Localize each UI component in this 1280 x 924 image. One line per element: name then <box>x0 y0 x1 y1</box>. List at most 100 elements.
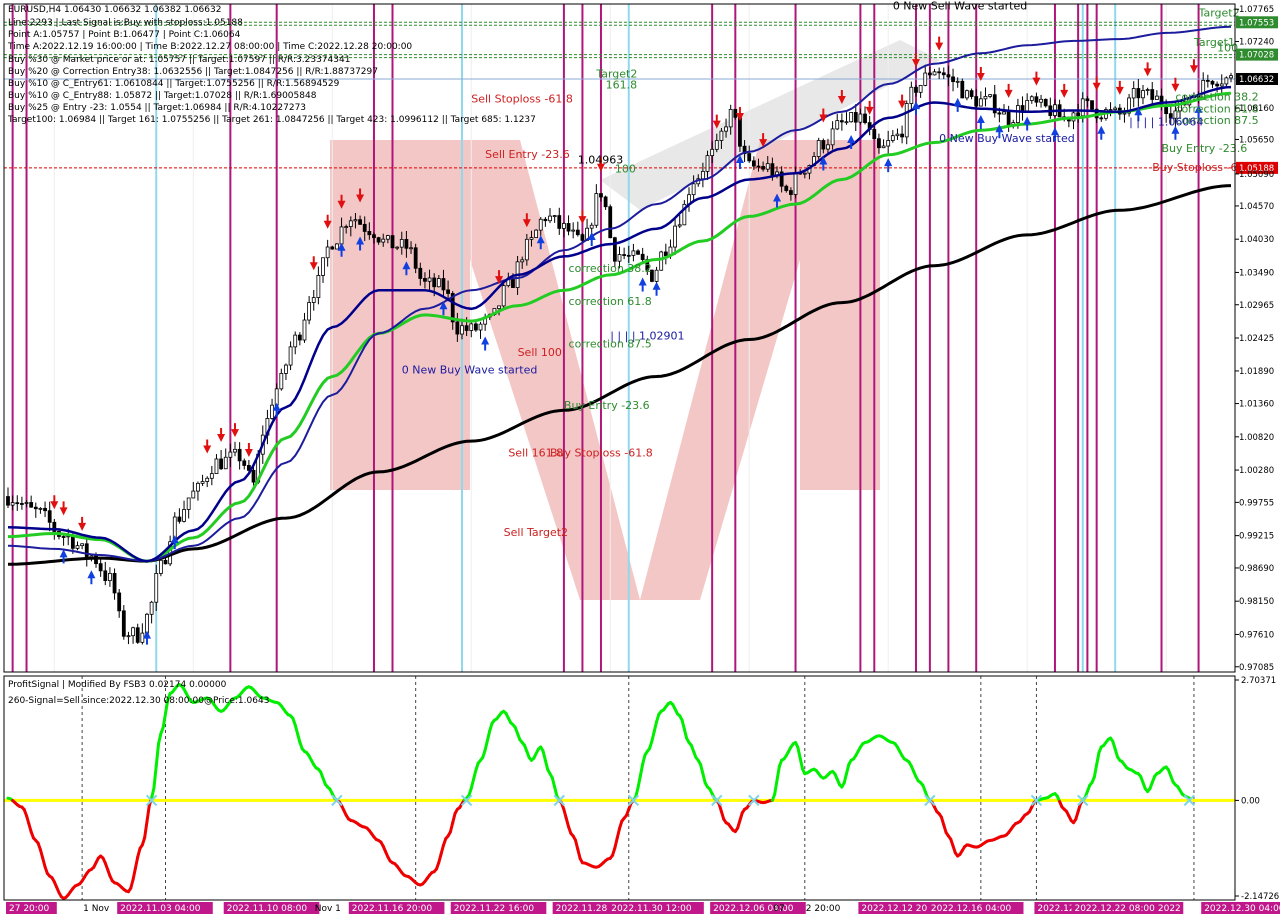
candle-body <box>391 236 394 248</box>
candle-body <box>7 497 10 506</box>
candle-body <box>81 544 84 546</box>
candle-body <box>303 320 306 340</box>
info-line: Point A:1.05757 | Point B:1.06477 | Poin… <box>8 30 240 41</box>
candle-body <box>910 87 913 103</box>
candle-body <box>16 503 19 504</box>
candle-body <box>836 121 839 129</box>
price-label: 0.99755 <box>1239 498 1274 508</box>
candle-body <box>599 194 602 197</box>
price-label: 1.00820 <box>1239 433 1274 443</box>
chart-label: correction 38.2 <box>569 262 652 275</box>
candle-body <box>423 278 426 281</box>
candle-body <box>924 73 927 85</box>
candle-body <box>1220 84 1223 86</box>
price-label: 1.02965 <box>1239 301 1274 311</box>
candle-body <box>623 255 626 256</box>
chart-window[interactable]: 0 New Sell Wave startedTarget2Target1100… <box>0 0 1280 920</box>
candle-body <box>655 270 658 281</box>
candle-body <box>192 491 195 498</box>
price-label: 0.97085 <box>1239 663 1274 673</box>
candle-body <box>660 252 663 270</box>
candle-body <box>891 136 894 141</box>
chart-label: Target2 <box>1198 6 1240 19</box>
candle-body <box>312 298 315 303</box>
candle-body <box>947 75 950 77</box>
candle-body <box>558 216 561 229</box>
chart-label: 0 New Buy Wave started <box>939 132 1075 145</box>
chart-label: correction 61.8 <box>569 295 652 308</box>
candle-body <box>498 306 501 309</box>
candle-body <box>201 481 204 483</box>
candle-body <box>145 614 148 633</box>
candle-body <box>108 573 111 580</box>
info-line: Buy %10 @ C_Entry61: 1.0610844 || Target… <box>8 79 339 90</box>
candle-body <box>437 279 440 287</box>
candle-body <box>11 503 14 505</box>
candle-body <box>340 227 343 244</box>
price-label: 1.04570 <box>1239 202 1274 212</box>
candle-body <box>1151 90 1154 100</box>
candle-body <box>1040 99 1043 102</box>
candle-body <box>349 221 352 227</box>
candle-body <box>572 230 575 231</box>
price-label: 1.03490 <box>1239 268 1274 278</box>
candle-body <box>826 145 829 149</box>
candle-body <box>595 194 598 226</box>
candle-body <box>1146 90 1149 91</box>
candle-body <box>989 95 992 97</box>
candle-body <box>1030 97 1033 101</box>
time-label: 2022.12.16 04:00 <box>931 904 1012 914</box>
candle-body <box>979 99 982 106</box>
candle-body <box>952 77 955 82</box>
candle-body <box>396 247 399 248</box>
candle-body <box>322 258 325 276</box>
candle-body <box>62 536 65 537</box>
candle-body <box>803 173 806 174</box>
candle-body <box>243 461 246 466</box>
info-line: EURUSD,H4 1.06430 1.06632 1.06382 1.0663… <box>8 5 221 16</box>
candle-body <box>252 470 255 482</box>
chart-label: | | | | 1.06064 <box>1129 115 1203 128</box>
chart-label: Buy Entry -23.6 <box>564 399 650 412</box>
time-label: Nov 1 <box>315 904 341 914</box>
time-label: 27 20:00 <box>9 904 50 914</box>
candle-body <box>127 636 130 637</box>
time-label: 2022.12.22 08:00 <box>1074 904 1155 914</box>
candle-body <box>400 239 403 247</box>
candle-body <box>1225 78 1228 84</box>
time-label: 2022.12.30 04:00 <box>1204 904 1280 914</box>
price-label: 0.97610 <box>1239 630 1274 640</box>
price-axis: 1.077651.075531.072401.070281.066321.061… <box>1235 5 1278 673</box>
price-label: 1.04030 <box>1239 235 1274 245</box>
candle-body <box>882 146 885 148</box>
candle-body <box>30 502 33 507</box>
candle-body <box>1003 112 1006 114</box>
time-label: 2022 <box>1158 904 1181 914</box>
candle-body <box>224 457 227 468</box>
price-label: 0.99215 <box>1239 532 1274 542</box>
candle-body <box>85 544 88 558</box>
candle-body <box>363 224 366 231</box>
candle-body <box>178 517 181 521</box>
time-label: 2022.11.28 <box>556 904 608 914</box>
candle-body <box>433 278 436 287</box>
candle-body <box>1211 81 1214 84</box>
candle-body <box>850 112 853 121</box>
candle-body <box>345 227 348 228</box>
chart-label: 100 <box>615 163 636 176</box>
candle-body <box>48 511 51 523</box>
candle-body <box>627 255 630 256</box>
candle-body <box>210 474 213 479</box>
candle-body <box>567 223 570 231</box>
candle-body <box>479 324 482 330</box>
candle-body <box>382 239 385 242</box>
candle-body <box>155 573 158 602</box>
chart-label: Sell Stoploss -61.8 <box>471 93 573 106</box>
price-chart[interactable]: 0 New Sell Wave startedTarget2Target1100… <box>0 0 1280 920</box>
candle-body <box>410 248 413 249</box>
candle-body <box>845 122 848 123</box>
candle-body <box>590 225 593 228</box>
candle-body <box>456 322 459 334</box>
time-label: 2 20:00 <box>806 904 841 914</box>
time-label: 2022.11.22 16:00 <box>454 904 535 914</box>
